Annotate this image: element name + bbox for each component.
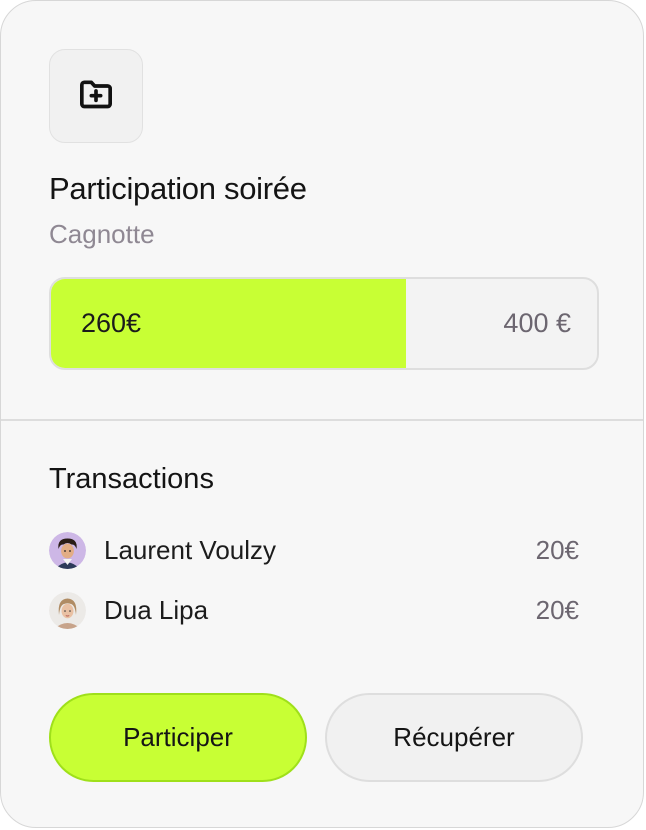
- transaction-name: Laurent Voulzy: [104, 535, 277, 565]
- card-title: Participation soirée: [49, 171, 307, 206]
- transaction-amount: 20€: [535, 535, 579, 565]
- withdraw-button[interactable]: Récupérer: [325, 693, 583, 782]
- progress-current-amount: 260€: [81, 308, 142, 338]
- section-divider: [1, 419, 643, 421]
- folder-icon-tile: [49, 49, 143, 143]
- participate-button[interactable]: Participer: [49, 693, 307, 782]
- funding-progress-bar: 260€ 400 €: [49, 277, 599, 370]
- cagnotte-card: Participation soirée Cagnotte 260€ 400 €…: [0, 0, 644, 828]
- avatar-dua-lipa: [49, 592, 86, 629]
- transaction-name: Dua Lipa: [104, 595, 209, 625]
- folder-plus-icon: [76, 74, 116, 119]
- transactions-title: Transactions: [49, 463, 214, 495]
- transaction-row: Dua Lipa 20€: [49, 590, 579, 630]
- progress-target-amount: 400 €: [503, 308, 571, 338]
- transaction-row: Laurent Voulzy 20€: [49, 530, 579, 570]
- avatar-laurent-voulzy: [49, 532, 86, 569]
- transaction-amount: 20€: [535, 595, 579, 625]
- card-subtitle: Cagnotte: [49, 219, 155, 249]
